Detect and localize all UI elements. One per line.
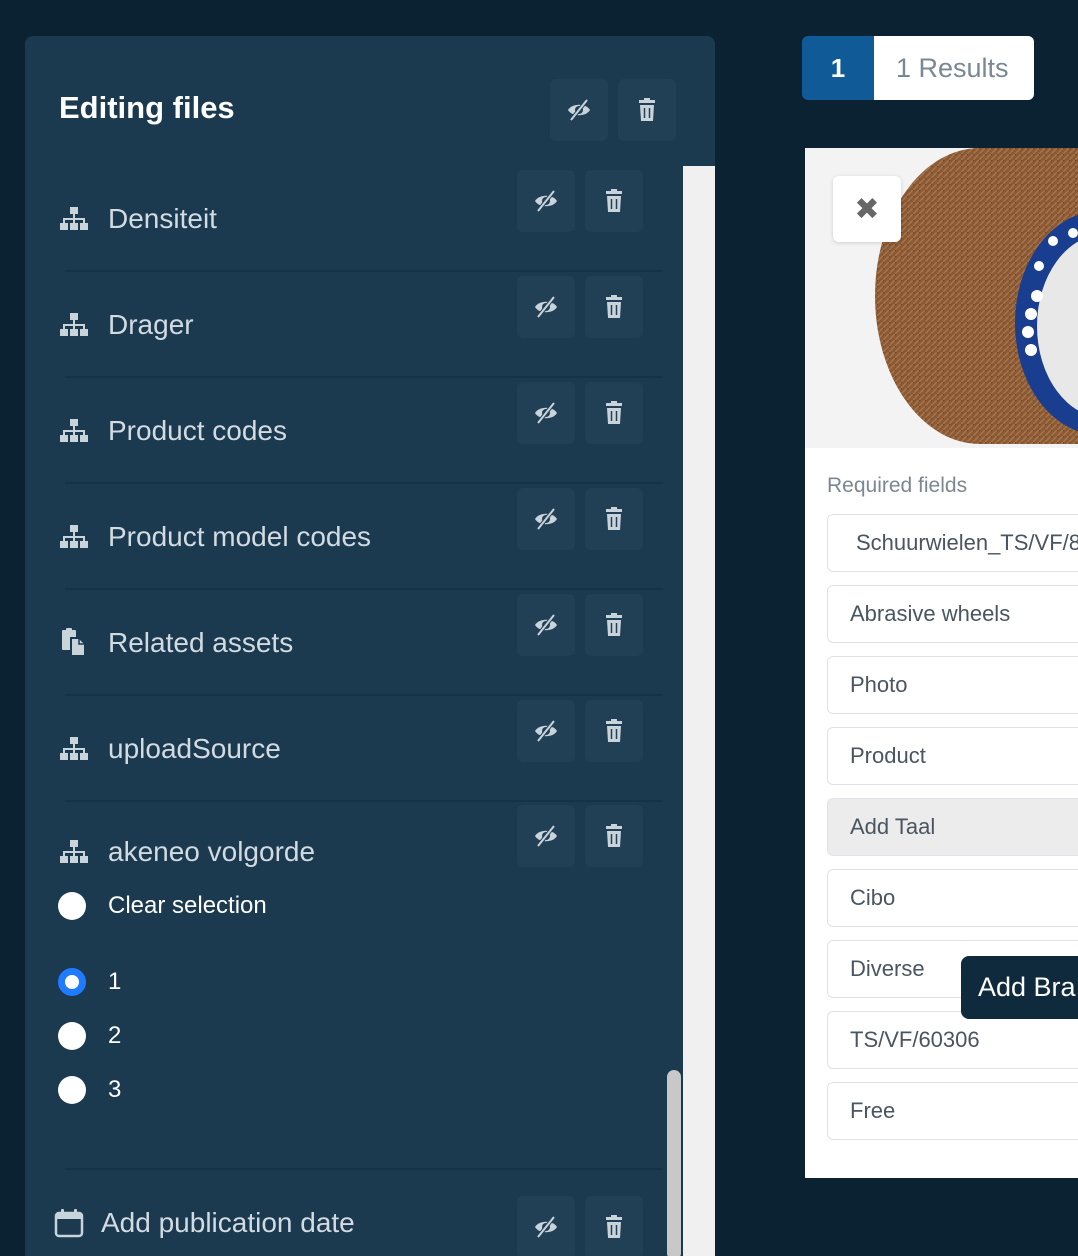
attribute-row-drager: Drager [25,272,683,378]
attribute-label: Add publication date [101,1207,355,1238]
radio-button[interactable] [58,1076,86,1104]
category-field[interactable]: Abrasive wheels [827,585,1078,643]
asset-type-field[interactable]: Photo [827,656,1078,714]
results-count: 1 Results [874,36,1034,100]
asset-card: ✖ Required fields Schuurwielen_TS/VF/8 A… [805,148,1078,1178]
delete-all-button[interactable] [618,79,676,141]
add-brand-tooltip: Add Bra [961,956,1078,1019]
attribute-row-related-assets: Related assets [25,590,683,696]
radio-button[interactable] [58,1022,86,1050]
eye-slash-icon [535,189,557,213]
eye-slash-icon [535,295,557,319]
toggle-visibility-button[interactable] [517,700,575,762]
sitemap-icon [58,309,90,341]
attribute-row-densiteit: Densiteit [25,166,683,272]
scrollbar-thumb[interactable] [667,1070,681,1256]
trash-icon [606,613,622,636]
attribute-label: Related assets [108,627,294,658]
attribute-row-publication-date: Add publication date [25,1170,683,1256]
attribute-label: uploadSource [108,733,281,764]
delete-attribute-button[interactable] [585,382,643,444]
scrollbar-track[interactable] [683,166,715,1256]
hide-all-button[interactable] [550,79,608,141]
eye-slash-icon [568,98,590,122]
brand-field[interactable]: Cibo [827,869,1078,927]
radio-clear-selection[interactable]: Clear selection [58,886,458,926]
radio-label: 1 [108,968,122,995]
toggle-visibility-button[interactable] [517,170,575,232]
attribute-label: Product codes [108,415,287,446]
close-icon: ✖ [854,192,880,226]
toggle-visibility-button[interactable] [517,488,575,550]
eye-slash-icon [535,1215,557,1239]
close-button[interactable]: ✖ [833,176,901,242]
trash-icon [606,189,622,212]
eye-slash-icon [535,401,557,425]
sitemap-icon [58,733,90,765]
add-language-field[interactable]: Add Taal [827,798,1078,856]
product-image: ✖ [805,148,1078,448]
delete-attribute-button[interactable] [585,170,643,232]
page-number-button[interactable]: 1 [802,36,874,100]
eye-slash-icon [535,613,557,637]
radio-button[interactable] [58,892,86,920]
attribute-row-product-codes: Product codes [25,378,683,484]
calendar-icon [53,1207,85,1239]
delete-attribute-button[interactable] [585,700,643,762]
asset-subtype-field[interactable]: Product [827,727,1078,785]
panel-title: Editing files [59,90,235,125]
panel-header: Editing files [25,36,715,166]
copy-icon [58,627,90,659]
radio-label: Clear selection [108,892,267,919]
sitemap-icon [58,521,90,553]
sitemap-icon [58,203,90,235]
eye-slash-icon [535,824,557,848]
toggle-visibility-button[interactable] [517,1196,575,1256]
attribute-row-product-model-codes: Product model codes [25,484,683,590]
trash-icon [606,824,622,847]
attribute-row-upload-source: uploadSource [25,696,683,802]
toggle-visibility-button[interactable] [517,594,575,656]
sitemap-icon [58,415,90,447]
delete-attribute-button[interactable] [585,1196,643,1256]
sitemap-icon [58,836,90,868]
editing-files-panel: Editing files Densiteit Drager Product c… [25,36,715,1256]
trash-icon [606,401,622,424]
results-pager: 1 1 Results [802,36,1034,100]
trash-icon [606,295,622,318]
trash-icon [606,507,622,530]
license-field[interactable]: Free [827,1082,1078,1140]
radio-button[interactable] [58,968,86,996]
toggle-visibility-button[interactable] [517,382,575,444]
attribute-label: akeneo volgorde [108,836,316,867]
trash-icon [639,98,655,121]
trash-icon [606,1215,622,1238]
delete-attribute-button[interactable] [585,594,643,656]
attribute-list[interactable]: Densiteit Drager Product codes Product m… [25,166,683,1256]
attribute-label: Drager [108,309,194,340]
toggle-visibility-button[interactable] [517,805,575,867]
eye-slash-icon [535,719,557,743]
radio-label: 3 [108,1076,122,1103]
attribute-label: Densiteit [108,203,217,234]
delete-attribute-button[interactable] [585,276,643,338]
radio-option-1[interactable]: 1 [58,962,458,1002]
radio-option-3[interactable]: 3 [58,1070,458,1110]
required-fields-label: Required fields [827,474,968,497]
radio-label: 2 [108,1022,122,1049]
eye-slash-icon [535,507,557,531]
attribute-label: Product model codes [108,521,372,552]
toggle-visibility-button[interactable] [517,276,575,338]
delete-attribute-button[interactable] [585,488,643,550]
radio-option-2[interactable]: 2 [58,1016,458,1056]
product-code-field[interactable]: TS/VF/60306 [827,1011,1078,1069]
trash-icon [606,719,622,742]
delete-attribute-button[interactable] [585,805,643,867]
filename-field[interactable]: Schuurwielen_TS/VF/8 [827,514,1078,572]
